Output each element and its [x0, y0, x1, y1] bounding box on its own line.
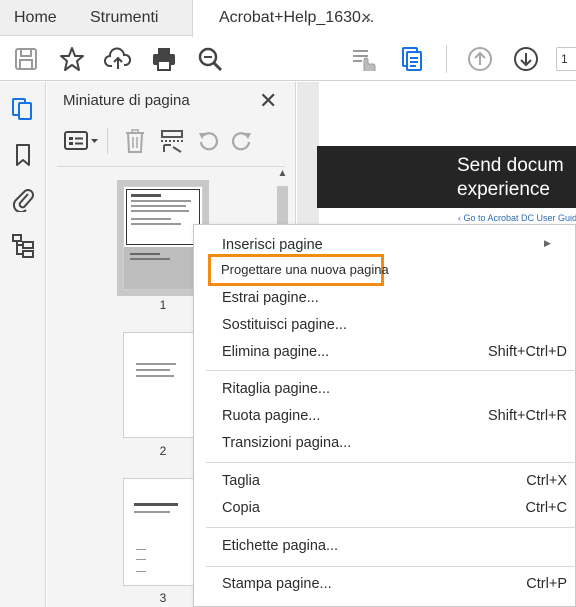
menu-item-shortcut: Ctrl+X: [526, 473, 567, 489]
fill-sign-icon[interactable]: [350, 45, 378, 73]
tab-document-label: Acrobat+Help_1630...: [219, 9, 375, 26]
menu-item-extract-pages[interactable]: Estrai pagine...: [194, 286, 576, 312]
menu-separator: [206, 370, 576, 371]
menu-item-cut[interactable]: Taglia Ctrl+X: [194, 469, 576, 495]
panel-title: Miniature di pagina: [63, 92, 190, 109]
options-menu-icon[interactable]: [63, 128, 101, 154]
organize-pages-icon[interactable]: [398, 45, 426, 73]
next-page-icon[interactable]: [512, 45, 540, 73]
crop-pages-icon[interactable]: [159, 128, 185, 154]
save-icon[interactable]: [12, 45, 40, 73]
thumbnail-1-content: [126, 189, 200, 245]
previous-page-icon[interactable]: [466, 45, 494, 73]
page-thumbnail-1[interactable]: [123, 186, 203, 290]
menu-item-page-labels[interactable]: Etichette pagina...: [194, 534, 576, 560]
thumbnail-number-2: 2: [159, 444, 167, 458]
attachment-icon[interactable]: [10, 186, 36, 212]
menu-item-shortcut: Shift+Ctrl+D: [488, 344, 567, 360]
document-link-label: Go to Acrobat DC User Guid: [463, 213, 576, 223]
page-thumbnails-icon[interactable]: [10, 96, 36, 122]
menu-item-label: Ritaglia pagine...: [222, 381, 331, 397]
menu-separator: [206, 566, 576, 567]
tab-home[interactable]: Home: [14, 0, 57, 36]
menu-item-label: Sostituisci pagine...: [222, 317, 347, 333]
menu-separator: [206, 462, 576, 463]
menu-item-shortcut: Ctrl+P: [526, 576, 567, 592]
left-rail: [0, 82, 46, 607]
bookmark-icon[interactable]: [10, 142, 36, 168]
menu-item-copy[interactable]: Copia Ctrl+C: [194, 496, 576, 522]
panel-toolbar-separator: [107, 128, 108, 154]
thumbnail-number-1: 1: [159, 298, 167, 312]
page-thumbnail-2[interactable]: [123, 332, 203, 438]
menu-item-rotate-pages[interactable]: Ruota pagine... Shift+Ctrl+R: [194, 404, 576, 430]
star-icon[interactable]: [58, 45, 86, 73]
close-icon[interactable]: ✕: [361, 0, 372, 36]
menu-separator: [206, 527, 576, 528]
scroll-up-icon[interactable]: ▲: [275, 168, 290, 183]
thumbnail-1-overlay: [124, 247, 202, 289]
thumbnail-number-3: 3: [159, 591, 167, 605]
menu-item-page-transitions[interactable]: Transizioni pagina...: [194, 431, 576, 457]
menu-item-label: Etichette pagina...: [222, 538, 339, 554]
delete-page-icon[interactable]: [123, 128, 147, 154]
menu-item-label: Estrai pagine...: [222, 290, 319, 306]
panel-divider: [57, 166, 285, 167]
tab-tools[interactable]: Strumenti: [90, 0, 158, 36]
page-number-input[interactable]: 1: [556, 47, 576, 71]
menu-item-label: Transizioni pagina...: [222, 435, 352, 451]
rotate-clockwise-icon[interactable]: [229, 128, 255, 154]
document-link[interactable]: ‹ Go to Acrobat DC User Guid: [458, 213, 576, 223]
menu-item-label: Taglia: [222, 473, 260, 489]
zoom-search-icon[interactable]: [196, 45, 224, 73]
menu-item-shortcut: Ctrl+C: [525, 500, 568, 516]
structure-tree-icon[interactable]: [10, 232, 36, 258]
print-icon[interactable]: [150, 45, 178, 73]
menu-item-design-new-page[interactable]: Progettare una nuova pagina: [221, 262, 389, 277]
submenu-arrow-icon: ▶: [544, 238, 551, 248]
menu-item-label: Stampa pagine...: [222, 576, 332, 592]
panel-close-icon[interactable]: ✕: [259, 88, 277, 114]
menu-item-label: Inserisci pagine: [222, 237, 323, 253]
main-toolbar: 1: [0, 37, 576, 81]
menu-item-shortcut: Shift+Ctrl+R: [488, 408, 567, 424]
menu-item-label: Elimina pagine...: [222, 344, 330, 360]
rotate-counterclockwise-icon[interactable]: [195, 128, 221, 154]
menu-item-label: Ruota pagine...: [222, 408, 321, 424]
menu-item-delete-pages[interactable]: Elimina pagine... Shift+Ctrl+D: [194, 340, 576, 366]
tab-bar: Home Strumenti Acrobat+Help_1630... ✕: [0, 0, 576, 37]
page-thumbnail-3[interactable]: [123, 478, 203, 586]
cloud-upload-icon[interactable]: [104, 45, 132, 73]
toolbar-separator: [446, 45, 447, 73]
menu-item-print-pages[interactable]: Stampa pagine... Ctrl+P: [194, 572, 576, 598]
menu-item-replace-pages[interactable]: Sostituisci pagine...: [194, 313, 576, 339]
menu-item-crop-pages[interactable]: Ritaglia pagine...: [194, 377, 576, 403]
tab-document[interactable]: Acrobat+Help_1630... ✕: [192, 0, 576, 37]
banner-text: Send docum experience: [457, 155, 564, 200]
panel-toolbar: [47, 120, 296, 162]
menu-item-label: Copia: [222, 500, 260, 516]
